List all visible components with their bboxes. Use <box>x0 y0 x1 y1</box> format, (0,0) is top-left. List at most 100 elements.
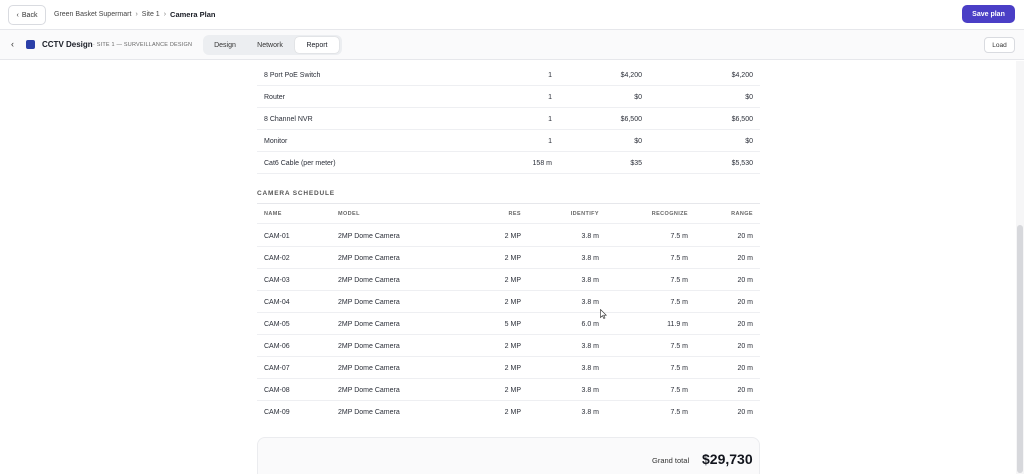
grand-total-label: Grand total <box>652 456 690 465</box>
camera-recognize: 7.5 m <box>670 409 688 416</box>
camera-name: CAM-03 <box>264 277 290 284</box>
camera-identify: 3.8 m <box>581 387 599 394</box>
app-logo-icon <box>26 40 35 49</box>
camera-range: 20 m <box>737 321 753 328</box>
camera-recognize: 7.5 m <box>670 387 688 394</box>
grand-total-value: $29,730 <box>702 451 753 467</box>
camera-identify: 3.8 m <box>581 343 599 350</box>
chevron-left-icon: ‹ <box>16 11 19 19</box>
equipment-name: 8 Channel NVR <box>264 116 313 123</box>
equipment-row: Cat6 Cable (per meter) 158 m $35 $5,530 <box>257 152 760 174</box>
camera-recognize: 7.5 m <box>670 255 688 262</box>
column-header-name: NAME <box>264 211 282 217</box>
camera-range: 20 m <box>737 409 753 416</box>
camera-name: CAM-01 <box>264 233 290 240</box>
camera-name: CAM-04 <box>264 299 290 306</box>
camera-row: CAM-01 2MP Dome Camera 2 MP 3.8 m 7.5 m … <box>257 225 760 247</box>
tab-design[interactable]: Design <box>205 37 245 53</box>
equipment-row: 8 Port PoE Switch 1 $4,200 $4,200 <box>257 64 760 86</box>
equipment-row: 8 Channel NVR 1 $6,500 $6,500 <box>257 108 760 130</box>
equipment-total: $5,530 <box>731 160 753 167</box>
camera-res: 2 MP <box>504 387 521 394</box>
camera-range: 20 m <box>737 233 753 240</box>
camera-name: CAM-07 <box>264 365 290 372</box>
scrollbar-thumb[interactable] <box>1017 225 1023 473</box>
top-bar: ‹ Back Green Basket Supermart › Site 1 ›… <box>0 0 1024 30</box>
camera-identify: 3.8 m <box>581 299 599 306</box>
camera-model: 2MP Dome Camera <box>338 365 400 372</box>
camera-range: 20 m <box>737 387 753 394</box>
camera-recognize: 7.5 m <box>670 233 688 240</box>
camera-name: CAM-08 <box>264 387 290 394</box>
breadcrumb-item-site[interactable]: Site 1 <box>142 11 160 18</box>
camera-range: 20 m <box>737 343 753 350</box>
load-button[interactable]: Load <box>984 37 1015 53</box>
camera-res: 2 MP <box>504 233 521 240</box>
camera-identify: 3.8 m <box>581 233 599 240</box>
collapse-chevron-icon[interactable]: ‹ <box>11 39 14 49</box>
camera-identify: 3.8 m <box>581 409 599 416</box>
camera-schedule-title: CAMERA SCHEDULE <box>257 190 335 197</box>
camera-res: 2 MP <box>504 343 521 350</box>
camera-name: CAM-06 <box>264 343 290 350</box>
camera-row: CAM-08 2MP Dome Camera 2 MP 3.8 m 7.5 m … <box>257 379 760 401</box>
camera-range: 20 m <box>737 365 753 372</box>
equipment-unit-price: $4,200 <box>620 72 642 79</box>
camera-row: CAM-03 2MP Dome Camera 2 MP 3.8 m 7.5 m … <box>257 269 760 291</box>
camera-range: 20 m <box>737 255 753 262</box>
chevron-right-icon: › <box>135 11 138 18</box>
equipment-qty: 1 <box>548 94 552 101</box>
equipment-unit-price: $35 <box>630 160 642 167</box>
camera-row: CAM-04 2MP Dome Camera 2 MP 3.8 m 7.5 m … <box>257 291 760 313</box>
camera-recognize: 7.5 m <box>670 343 688 350</box>
camera-row: CAM-09 2MP Dome Camera 2 MP 3.8 m 7.5 m … <box>257 401 760 423</box>
back-button-label: Back <box>21 11 38 19</box>
back-button[interactable]: ‹ Back <box>8 5 46 25</box>
camera-row: CAM-02 2MP Dome Camera 2 MP 3.8 m 7.5 m … <box>257 247 760 269</box>
camera-identify: 3.8 m <box>581 255 599 262</box>
equipment-unit-price: $6,500 <box>620 116 642 123</box>
camera-res: 2 MP <box>504 365 521 372</box>
mouse-cursor-icon <box>600 309 607 319</box>
camera-res: 2 MP <box>504 277 521 284</box>
equipment-name: Router <box>264 94 286 101</box>
camera-name: CAM-05 <box>264 321 290 328</box>
camera-model: 2MP Dome Camera <box>338 233 400 240</box>
column-header-res: RES <box>508 211 521 217</box>
camera-model: 2MP Dome Camera <box>338 321 400 328</box>
equipment-unit-price: $0 <box>634 138 642 145</box>
camera-model: 2MP Dome Camera <box>338 343 400 350</box>
tab-report[interactable]: Report <box>295 37 339 53</box>
equipment-total: $4,200 <box>731 72 753 79</box>
tab-network[interactable]: Network <box>247 37 293 53</box>
camera-recognize: 7.5 m <box>670 299 688 306</box>
camera-model: 2MP Dome Camera <box>338 255 400 262</box>
app-header: ‹ CCTV Design · SITE 1 — SURVEILLANCE DE… <box>0 30 1024 60</box>
camera-name: CAM-02 <box>264 255 290 262</box>
equipment-name: Monitor <box>264 138 288 145</box>
camera-range: 20 m <box>737 299 753 306</box>
camera-recognize: 7.5 m <box>670 277 688 284</box>
equipment-row: Monitor 1 $0 $0 <box>257 130 760 152</box>
column-header-recognize: RECOGNIZE <box>651 211 688 217</box>
camera-identify: 3.8 m <box>581 277 599 284</box>
save-plan-button[interactable]: Save plan <box>962 5 1015 23</box>
camera-recognize: 7.5 m <box>670 365 688 372</box>
camera-model: 2MP Dome Camera <box>338 409 400 416</box>
camera-identify: 6.0 m <box>581 321 599 328</box>
camera-range: 20 m <box>737 277 753 284</box>
camera-model: 2MP Dome Camera <box>338 277 400 284</box>
view-tabs: Design Network Report <box>203 35 342 55</box>
camera-row: CAM-06 2MP Dome Camera 2 MP 3.8 m 7.5 m … <box>257 335 760 357</box>
camera-res: 2 MP <box>504 255 521 262</box>
camera-row: CAM-05 2MP Dome Camera 5 MP 6.0 m 11.9 m… <box>257 313 760 335</box>
column-header-identify: IDENTIFY <box>570 211 599 217</box>
camera-identify: 3.8 m <box>581 365 599 372</box>
equipment-name: Cat6 Cable (per meter) <box>264 160 336 167</box>
equipment-qty: 158 m <box>532 160 552 167</box>
equipment-qty: 1 <box>548 138 552 145</box>
equipment-total: $0 <box>745 94 753 101</box>
breadcrumb-item-project[interactable]: Green Basket Supermart <box>54 11 131 18</box>
camera-res: 2 MP <box>504 299 521 306</box>
camera-res: 2 MP <box>504 409 521 416</box>
